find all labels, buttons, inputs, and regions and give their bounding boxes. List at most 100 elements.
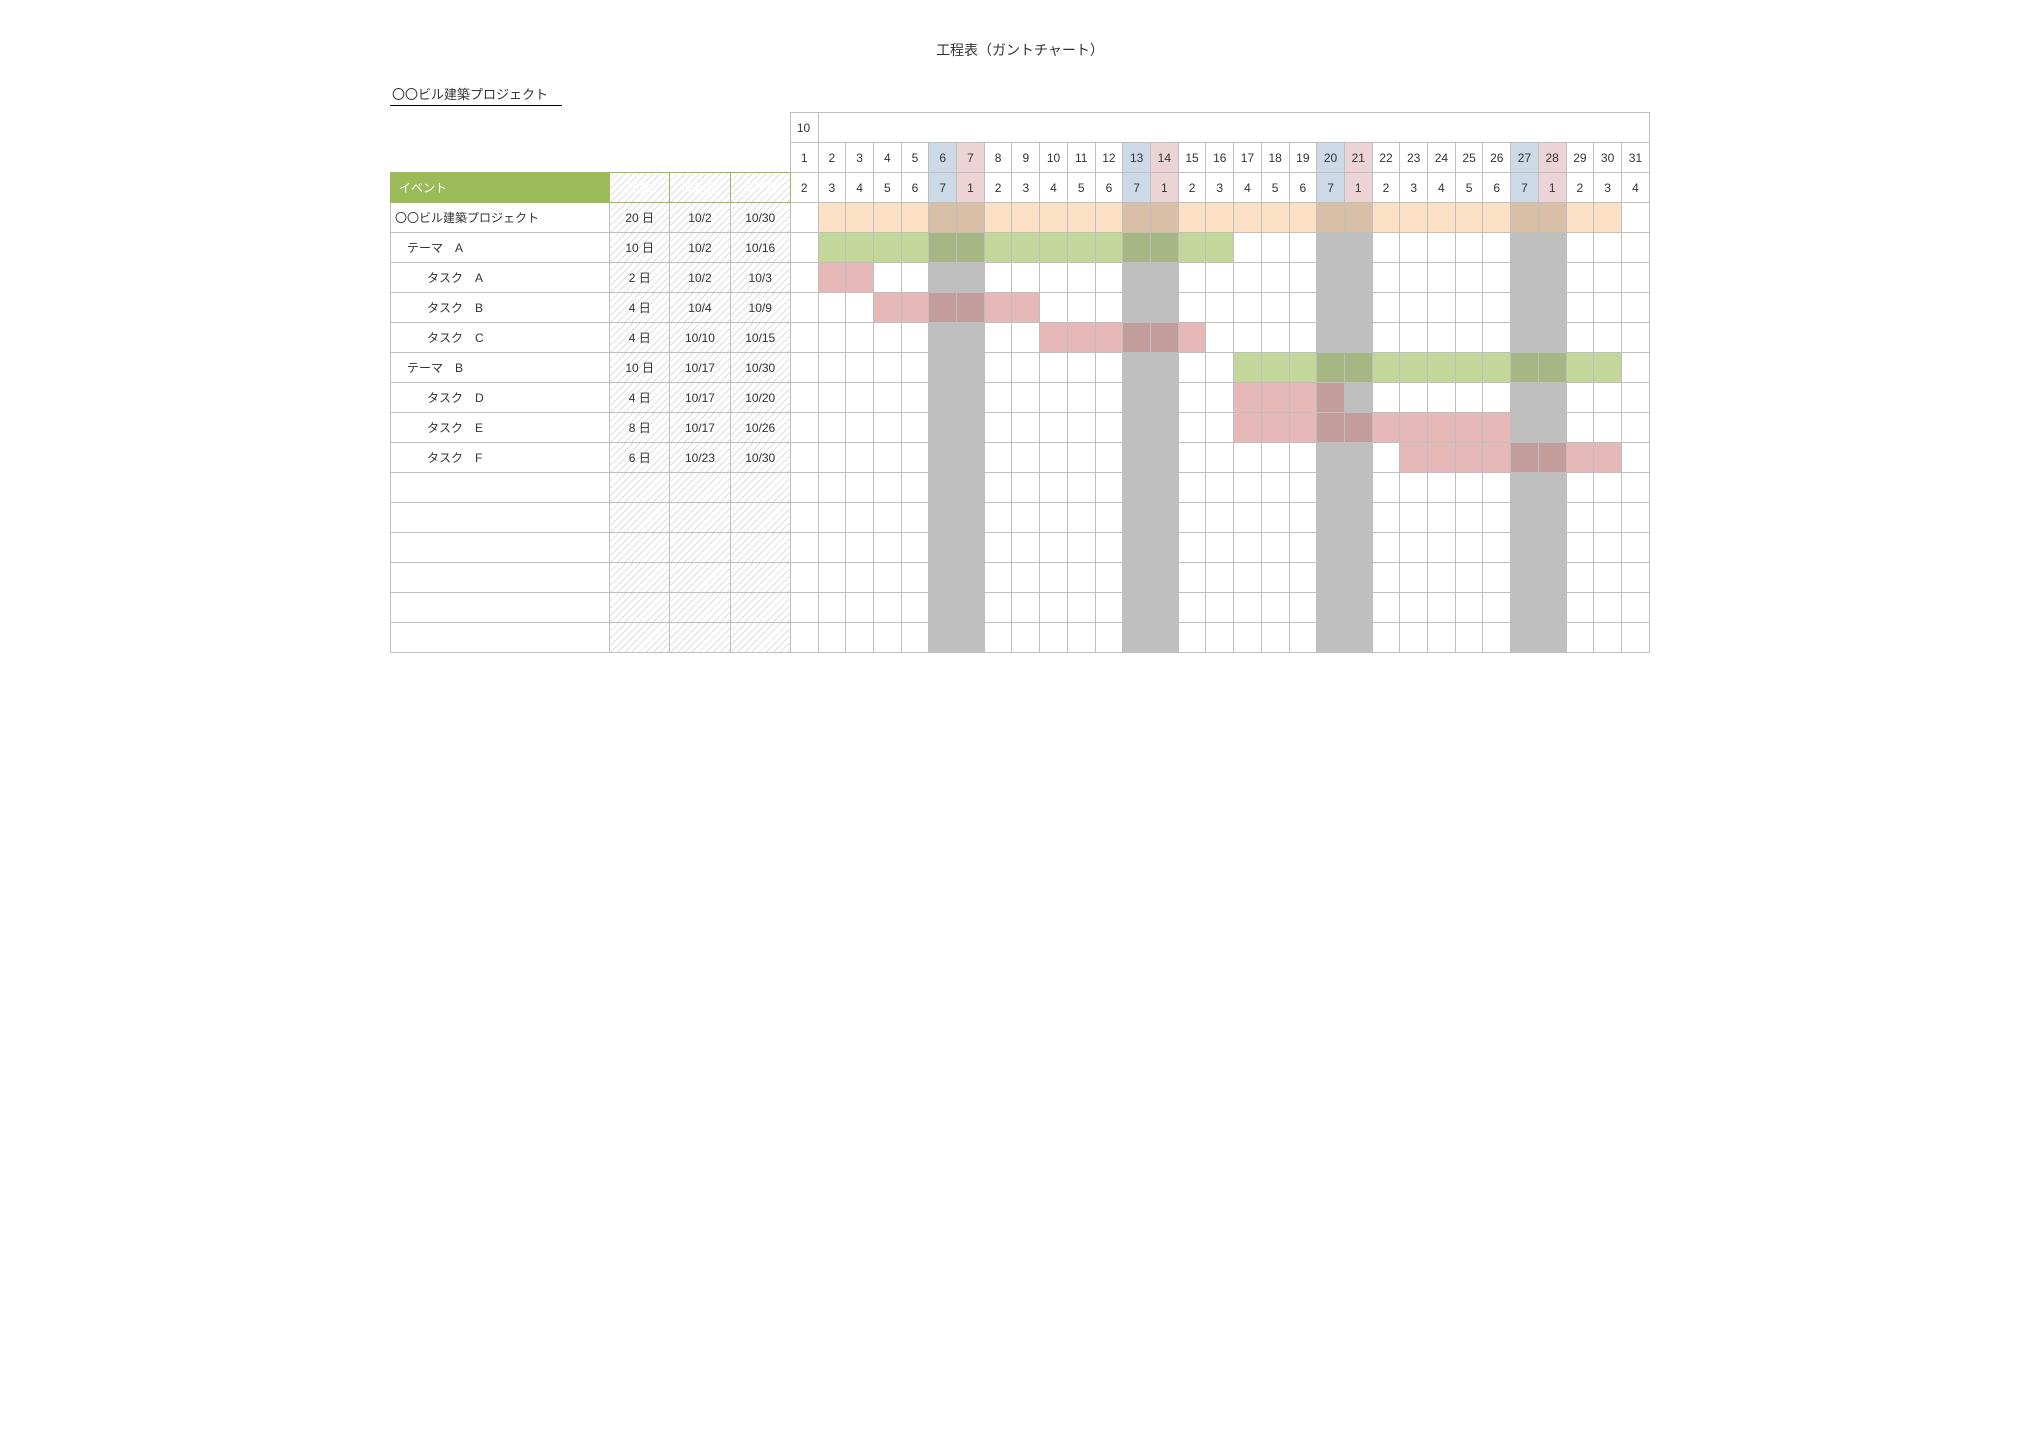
gantt-cell [818,383,846,413]
weekday-cell: 3 [1206,173,1234,203]
gantt-cell [1594,383,1622,413]
task-name: 〇〇ビル建築プロジェクト [391,203,610,233]
task-end: 10/3 [730,263,790,293]
date-cell: 22 [1372,143,1400,173]
gantt-table: 1012345678910111213141516171819202122232… [390,112,1650,653]
gantt-cell [846,623,874,653]
gantt-cell [1455,383,1483,413]
gantt-empty-row [391,623,1650,653]
gantt-cell [1289,203,1317,233]
gantt-cell [1123,533,1151,563]
gantt-cell [1511,623,1539,653]
gantt-cell [1150,263,1178,293]
date-cell: 24 [1428,143,1456,173]
gantt-cell [1428,233,1456,263]
gantt-cell [1511,263,1539,293]
gantt-cell [1123,503,1151,533]
gantt-cell [1012,533,1040,563]
gantt-cell [1095,593,1123,623]
gantt-cell [1234,413,1262,443]
gantt-cell [1150,593,1178,623]
weekday-cell: 4 [1040,173,1068,203]
gantt-cell [1067,503,1095,533]
gantt-cell [984,233,1012,263]
gantt-cell [901,563,929,593]
gantt-cell [1566,323,1594,353]
gantt-cell [1455,473,1483,503]
weekday-cell: 4 [1428,173,1456,203]
gantt-cell [846,503,874,533]
gantt-cell [957,383,985,413]
gantt-cell [1566,353,1594,383]
gantt-cell [957,563,985,593]
gantt-cell [1261,593,1289,623]
gantt-cell [873,623,901,653]
gantt-cell [1150,473,1178,503]
gantt-cell [929,203,957,233]
date-cell: 30 [1594,143,1622,173]
gantt-cell [1289,623,1317,653]
task-end: 10/26 [730,413,790,443]
gantt-cell [790,353,818,383]
gantt-cell [1372,593,1400,623]
gantt-cell [1150,503,1178,533]
gantt-cell [984,533,1012,563]
gantt-cell [790,383,818,413]
gantt-cell [1150,563,1178,593]
task-effort: 8 日 [610,413,670,443]
gantt-cell [1317,353,1345,383]
gantt-cell [984,413,1012,443]
task-name: テーマ B [391,353,610,383]
gantt-cell [1261,533,1289,563]
gantt-cell [1344,623,1372,653]
gantt-cell [957,623,985,653]
gantt-cell [1566,413,1594,443]
gantt-cell [1372,233,1400,263]
gantt-cell [1206,413,1234,443]
task-start: 10/2 [670,263,730,293]
task-start: 10/17 [670,353,730,383]
gantt-cell [1178,443,1206,473]
gantt-cell [1538,473,1566,503]
gantt-cell [1150,383,1178,413]
gantt-cell [1317,323,1345,353]
gantt-cell [957,353,985,383]
gantt-cell [1428,413,1456,443]
gantt-cell [1621,353,1649,383]
weekday-cell: 3 [1400,173,1428,203]
gantt-cell [1621,263,1649,293]
gantt-cell [1621,563,1649,593]
gantt-cell [1428,323,1456,353]
header-end: 完了日 [730,173,790,203]
gantt-cell [1621,443,1649,473]
gantt-cell [1428,443,1456,473]
weekday-cell: 5 [1261,173,1289,203]
gantt-cell [1400,353,1428,383]
task-start: 10/17 [670,383,730,413]
gantt-cell [957,593,985,623]
gantt-cell [1234,263,1262,293]
gantt-cell [1234,623,1262,653]
gantt-cell [1317,263,1345,293]
gantt-cell [1178,473,1206,503]
gantt-row: タスク B4 日10/410/9 [391,293,1650,323]
gantt-cell [1344,533,1372,563]
gantt-cell [1067,323,1095,353]
gantt-cell [1372,383,1400,413]
gantt-cell [984,623,1012,653]
gantt-cell [1178,533,1206,563]
gantt-cell [1289,533,1317,563]
gantt-cell [1234,563,1262,593]
gantt-cell [790,623,818,653]
weekday-cell: 6 [1095,173,1123,203]
gantt-cell [1261,443,1289,473]
gantt-cell [1538,593,1566,623]
weekday-cell: 1 [1344,173,1372,203]
gantt-cell [901,623,929,653]
gantt-cell [1095,473,1123,503]
gantt-cell [1289,503,1317,533]
gantt-cell [1455,203,1483,233]
gantt-cell [1206,323,1234,353]
gantt-cell [1538,503,1566,533]
gantt-cell [984,263,1012,293]
